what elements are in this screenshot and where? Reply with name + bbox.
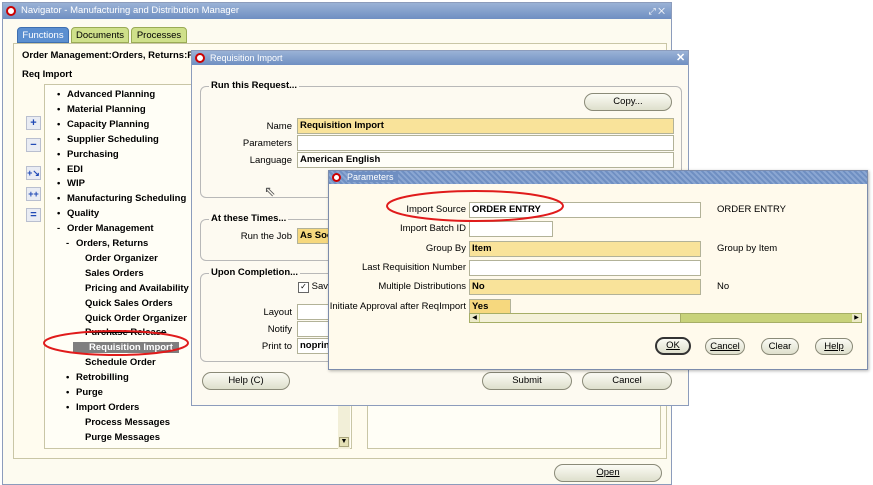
annotation-ellipse-import-source — [386, 190, 564, 222]
annotation-ellipse-requisition — [43, 330, 189, 356]
annotation-overlay — [43, 190, 564, 356]
